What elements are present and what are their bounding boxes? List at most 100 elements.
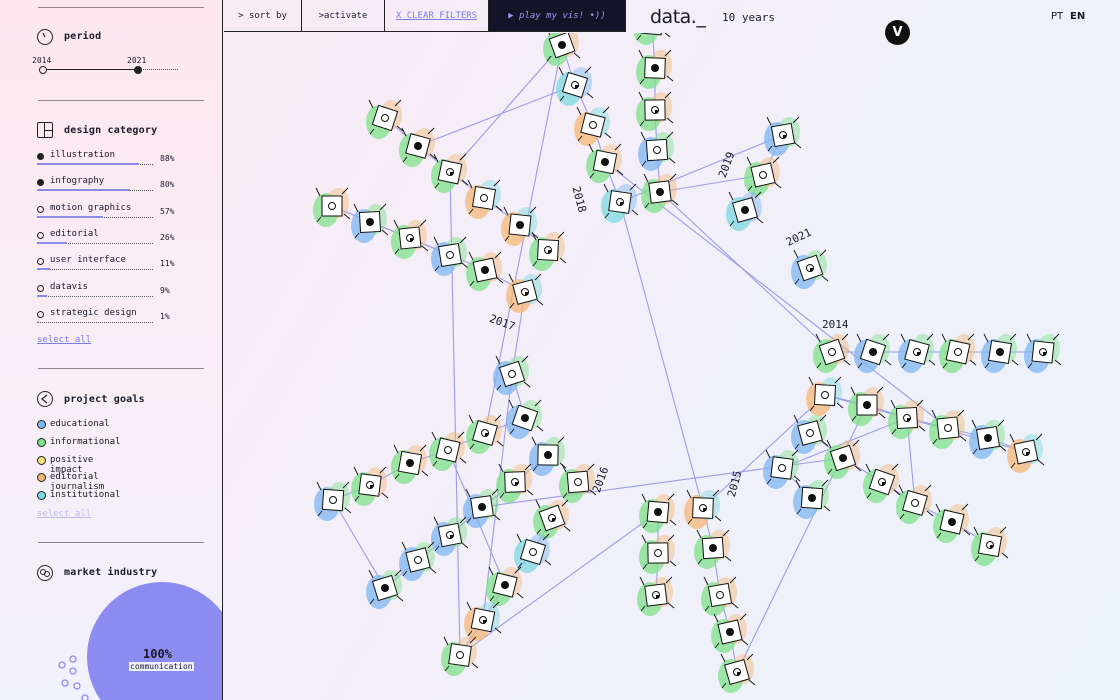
period-slider[interactable] — [37, 66, 179, 74]
project-node[interactable] — [586, 143, 624, 183]
project-node[interactable] — [971, 526, 1009, 566]
project-node[interactable] — [351, 203, 389, 243]
project-node[interactable] — [466, 251, 504, 291]
project-node[interactable] — [933, 503, 971, 543]
project-node[interactable] — [429, 431, 467, 471]
project-node[interactable] — [391, 219, 429, 259]
project-node[interactable] — [639, 534, 677, 574]
project-node[interactable] — [493, 355, 531, 395]
project-node[interactable] — [638, 131, 676, 171]
project-node[interactable] — [726, 191, 764, 231]
category-item[interactable]: motion graphics 57% — [37, 203, 177, 226]
project-node[interactable] — [399, 127, 437, 167]
category-toggle-icon[interactable] — [37, 284, 44, 292]
goal-color-icon[interactable] — [37, 455, 46, 465]
project-node[interactable] — [431, 236, 469, 276]
industry-bubble[interactable] — [87, 582, 222, 700]
category-item[interactable]: strategic design 1% — [37, 308, 177, 331]
project-node[interactable] — [506, 273, 544, 313]
project-node[interactable] — [764, 116, 802, 156]
goals-select-all-link[interactable]: select all — [37, 509, 91, 519]
activate-button[interactable]: >activate — [302, 0, 385, 32]
goal-color-icon[interactable] — [37, 473, 46, 483]
project-node[interactable] — [981, 333, 1019, 373]
category-select-all-link[interactable]: select all — [37, 335, 91, 345]
category-toggle-icon[interactable] — [37, 258, 44, 266]
project-node[interactable] — [791, 249, 829, 289]
lang-en-link[interactable]: EN — [1070, 11, 1085, 22]
project-node[interactable] — [939, 333, 977, 373]
project-node[interactable] — [351, 466, 389, 506]
project-node[interactable] — [431, 153, 469, 193]
project-node[interactable] — [863, 463, 901, 503]
project-node[interactable] — [559, 463, 597, 503]
category-item[interactable]: user interface 11% — [37, 255, 177, 278]
project-node[interactable] — [556, 66, 594, 106]
network-visualization[interactable] — [224, 33, 1120, 700]
category-item[interactable]: infography 80% — [37, 176, 177, 199]
sort-by-button[interactable]: > sort by — [224, 0, 302, 32]
project-node[interactable] — [824, 439, 862, 479]
lang-pt-link[interactable]: PT — [1051, 11, 1063, 22]
clear-filters-button[interactable]: X CLEAR FILTERS — [385, 0, 489, 32]
project-node[interactable] — [574, 106, 612, 146]
project-node[interactable] — [694, 529, 732, 569]
project-node[interactable] — [1007, 433, 1045, 473]
project-node[interactable] — [1024, 333, 1062, 373]
project-node[interactable] — [399, 541, 437, 581]
project-node[interactable] — [711, 613, 749, 653]
project-node[interactable] — [888, 399, 926, 439]
project-node[interactable] — [969, 419, 1007, 459]
project-node[interactable] — [896, 484, 934, 524]
project-node[interactable] — [314, 481, 352, 521]
category-toggle-icon[interactable] — [37, 179, 44, 187]
project-node[interactable] — [431, 516, 469, 556]
goal-color-icon[interactable] — [37, 437, 46, 447]
project-node[interactable] — [744, 156, 782, 196]
project-node[interactable] — [601, 183, 639, 223]
project-node[interactable] — [441, 636, 479, 676]
period-start-handle[interactable] — [39, 66, 47, 74]
project-node[interactable] — [898, 333, 936, 373]
project-node[interactable] — [813, 333, 851, 373]
project-node[interactable] — [639, 493, 677, 533]
project-node[interactable] — [848, 386, 886, 426]
project-node[interactable] — [391, 444, 429, 484]
project-node[interactable] — [533, 499, 571, 539]
period-end-handle[interactable] — [134, 66, 142, 74]
category-toggle-icon[interactable] — [37, 310, 44, 318]
project-node[interactable] — [366, 99, 404, 139]
play-vis-button[interactable]: ▶ play my vis! •)) — [489, 0, 626, 32]
project-node[interactable] — [633, 33, 671, 45]
project-node[interactable] — [636, 49, 674, 89]
category-toggle-icon[interactable] — [37, 205, 44, 213]
project-node[interactable] — [514, 533, 552, 573]
project-node[interactable] — [636, 91, 674, 131]
project-node[interactable] — [641, 173, 679, 213]
project-node[interactable] — [718, 653, 756, 693]
category-item[interactable]: illustration 88% — [37, 150, 177, 173]
goal-color-icon[interactable] — [37, 420, 46, 429]
project-node[interactable] — [529, 436, 567, 476]
project-node[interactable] — [465, 179, 503, 219]
goal-color-icon[interactable] — [37, 491, 46, 501]
category-item[interactable]: editorial 26% — [37, 229, 177, 252]
project-node[interactable] — [806, 376, 844, 416]
project-node[interactable] — [763, 449, 801, 489]
project-node[interactable] — [464, 601, 502, 641]
project-node[interactable] — [637, 576, 675, 616]
project-node[interactable] — [496, 463, 534, 503]
project-node[interactable] — [529, 231, 567, 271]
category-toggle-icon[interactable] — [37, 153, 44, 160]
project-node[interactable] — [701, 576, 739, 616]
project-node[interactable] — [684, 489, 722, 529]
project-node[interactable] — [543, 33, 581, 66]
project-node[interactable] — [466, 414, 504, 454]
project-node[interactable] — [791, 414, 829, 454]
project-node[interactable] — [313, 187, 351, 227]
project-node[interactable] — [486, 566, 524, 606]
category-toggle-icon[interactable] — [37, 231, 44, 239]
category-item[interactable]: datavis 9% — [37, 282, 177, 305]
project-node[interactable] — [854, 333, 892, 373]
project-node[interactable] — [793, 479, 831, 519]
